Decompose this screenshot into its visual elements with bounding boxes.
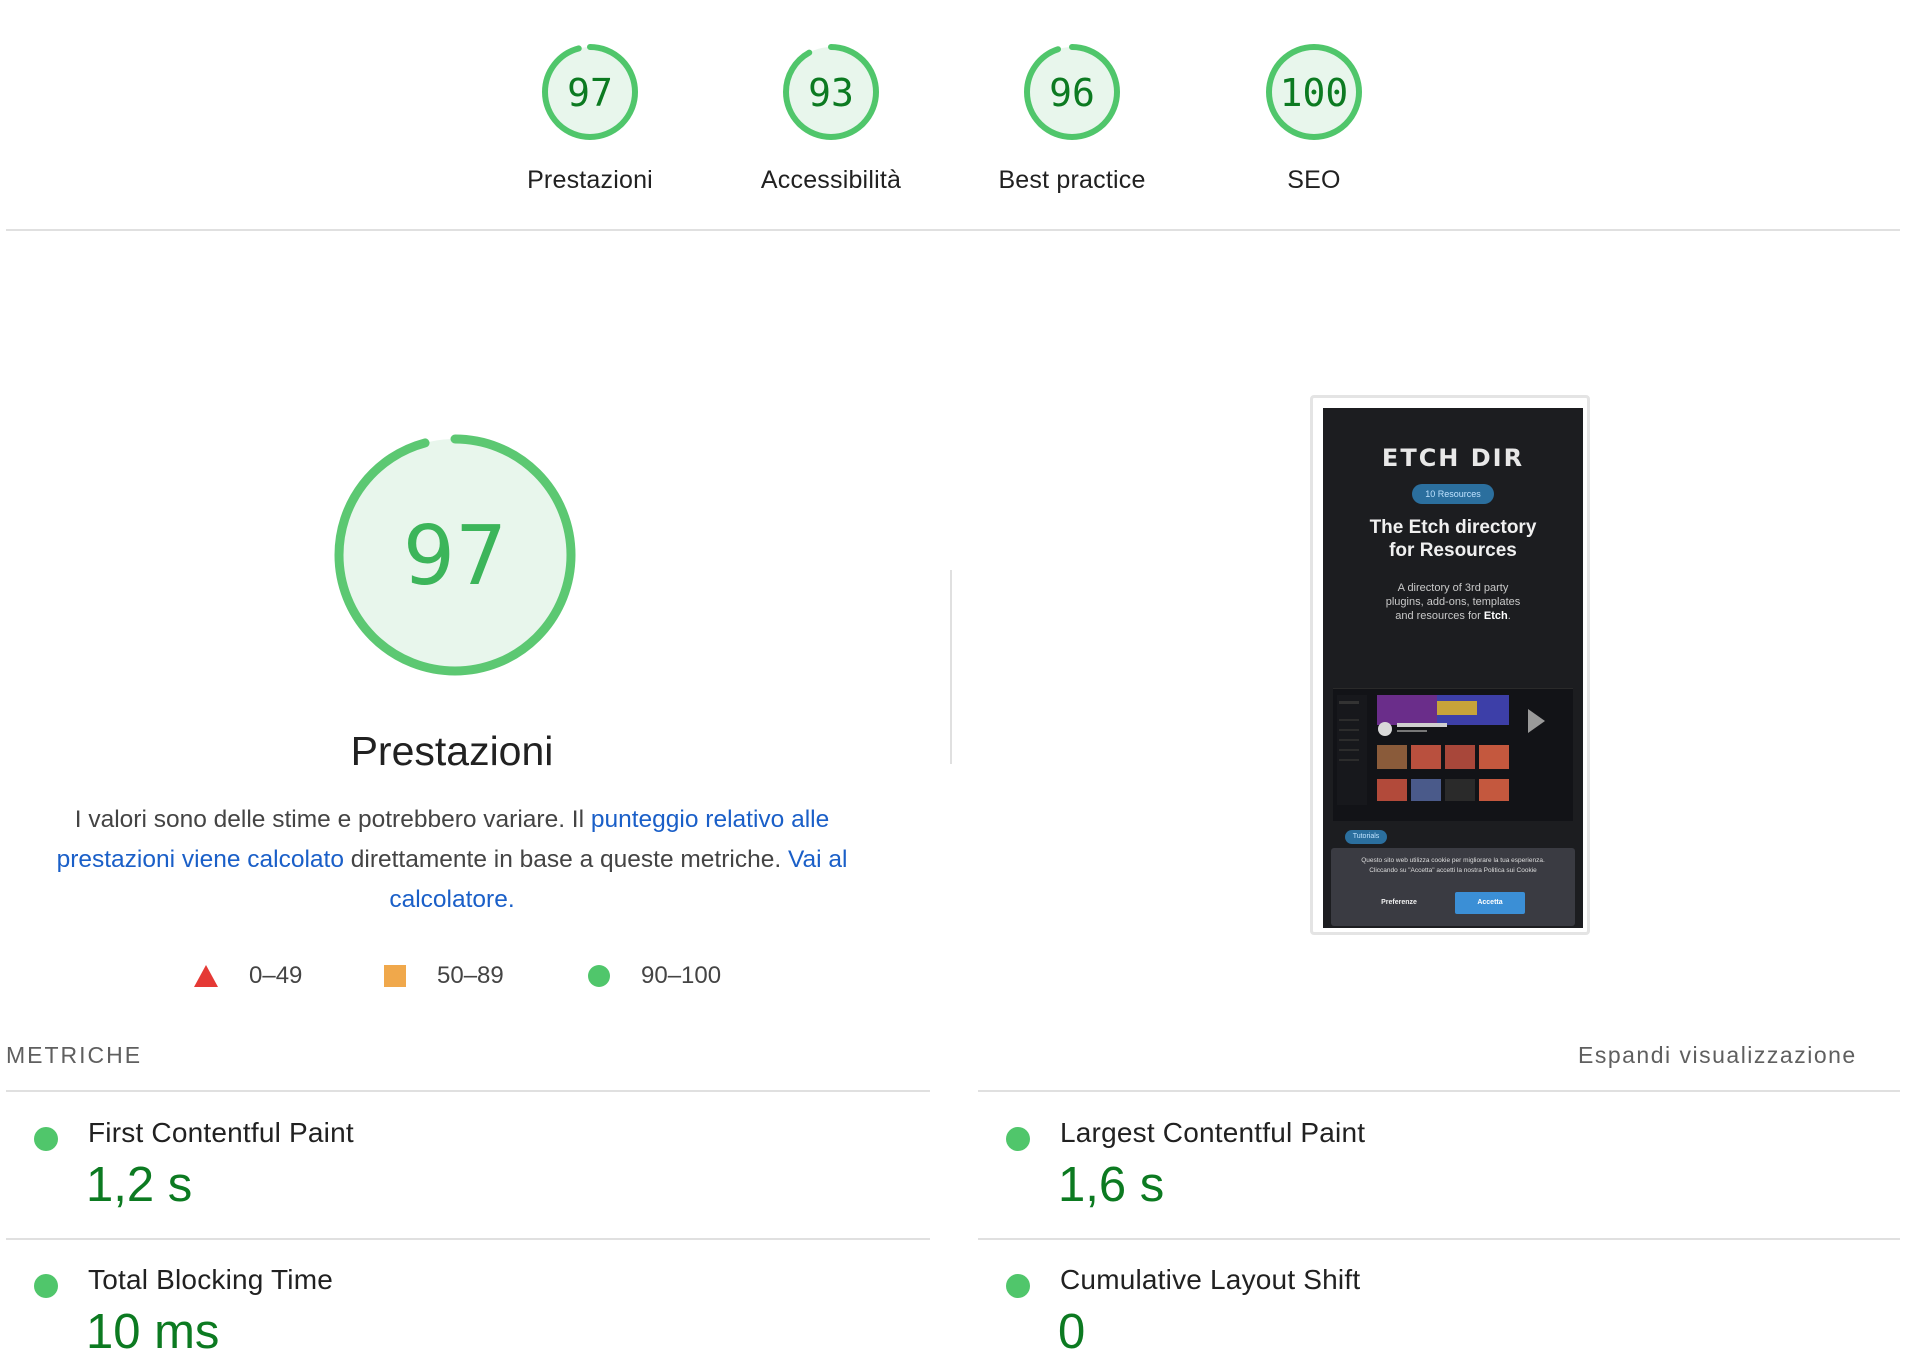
metrics-divider-left bbox=[6, 1090, 930, 1092]
legend-range: 90–100 bbox=[641, 962, 722, 989]
category-label: Prestazioni bbox=[527, 166, 653, 194]
metric-name: Largest Contentful Paint bbox=[1060, 1117, 1366, 1148]
category-gauge-accessibility[interactable]: 93 Accessibilità bbox=[741, 40, 921, 195]
metrics-section-label: METRICHE bbox=[6, 1042, 143, 1068]
cookie-banner: Questo sito web utilizza cookie per migl… bbox=[1331, 848, 1575, 926]
score-ring: 97 bbox=[542, 44, 638, 140]
metric-value: 1,2 s bbox=[86, 1158, 193, 1212]
metrics-row-divider-right bbox=[978, 1238, 1900, 1240]
subtitle-line: and resources for Etch. bbox=[1395, 610, 1511, 622]
metric-value: 10 ms bbox=[86, 1305, 220, 1359]
pass-indicator-icon bbox=[1006, 1274, 1030, 1298]
score-ring: 100 bbox=[1266, 44, 1362, 140]
metric-name: Cumulative Layout Shift bbox=[1060, 1264, 1361, 1295]
top-divider bbox=[6, 229, 1900, 231]
headline-line: for Resources bbox=[1389, 540, 1517, 561]
expand-view-toggle[interactable]: Espandi visualizzazione bbox=[1578, 1042, 1857, 1069]
square-icon bbox=[384, 965, 406, 987]
legend-range: 50–89 bbox=[437, 962, 504, 989]
score-value: 97 bbox=[567, 71, 613, 115]
performance-gauge: 97 bbox=[334, 434, 576, 676]
score-ring: 93 bbox=[783, 44, 879, 140]
video-thumbnail bbox=[1333, 688, 1573, 821]
resource-count-pill: 10 Resources bbox=[1412, 484, 1494, 504]
metric-value: 0 bbox=[1058, 1305, 1086, 1359]
category-gauge-best-practices[interactable]: 96 Best practice bbox=[982, 40, 1162, 195]
triangle-icon bbox=[194, 965, 218, 987]
performance-title: Prestazioni bbox=[350, 728, 554, 774]
score-ring: 96 bbox=[1024, 44, 1120, 140]
legend-range: 0–49 bbox=[249, 962, 303, 989]
score-value: 93 bbox=[808, 71, 854, 115]
category-label: SEO bbox=[1287, 166, 1341, 194]
performance-score: 97 bbox=[403, 509, 507, 604]
pass-indicator-icon bbox=[34, 1127, 58, 1151]
category-gauge-seo[interactable]: 100 SEO bbox=[1224, 40, 1404, 195]
description-text: direttamente in base a queste metriche. bbox=[343, 846, 788, 873]
pass-indicator-icon bbox=[1006, 1127, 1030, 1151]
metric-name: First Contentful Paint bbox=[88, 1117, 354, 1148]
vertical-divider bbox=[950, 570, 952, 764]
category-label: Best practice bbox=[998, 166, 1146, 194]
performance-description: I valori sono delle stime e potrebbero v… bbox=[52, 800, 852, 920]
legend-pass: 90–100 bbox=[587, 962, 721, 990]
score-value: 96 bbox=[1049, 71, 1095, 115]
subtitle-line: A directory of 3rd party bbox=[1397, 582, 1509, 594]
cookie-text: Questo sito web utilizza cookie per migl… bbox=[1361, 857, 1545, 874]
site-subtitle: A directory of 3rd party plugins, add-on… bbox=[1353, 581, 1553, 623]
category-label: Accessibilità bbox=[760, 166, 902, 194]
pass-indicator-icon bbox=[34, 1274, 58, 1298]
cookie-accept-button: Accetta bbox=[1455, 892, 1525, 914]
legend-average: 50–89 bbox=[383, 962, 504, 990]
final-screenshot[interactable]: ETCH DIR 10 Resources The Etch directory… bbox=[1310, 395, 1590, 935]
score-value: 100 bbox=[1280, 71, 1349, 115]
site-headline: The Etch directory for Resources bbox=[1323, 516, 1583, 562]
metric-name: Total Blocking Time bbox=[88, 1264, 334, 1295]
screenshot-preview: ETCH DIR 10 Resources The Etch directory… bbox=[1323, 408, 1583, 928]
metrics-divider-right bbox=[978, 1090, 1900, 1092]
site-logo: ETCH DIR bbox=[1381, 444, 1525, 472]
circle-icon bbox=[588, 965, 610, 987]
category-gauge-performance[interactable]: 97 Prestazioni bbox=[500, 40, 680, 195]
headline-line: The Etch directory bbox=[1369, 517, 1537, 538]
tutorials-tag: Tutorials bbox=[1345, 830, 1387, 844]
subtitle-line: plugins, add-ons, templates bbox=[1385, 596, 1521, 608]
metrics-row-divider-left bbox=[6, 1238, 930, 1240]
description-text: I valori sono delle stime e potrebbero v… bbox=[74, 806, 591, 833]
legend-fail: 0–49 bbox=[193, 962, 302, 990]
cookie-preferences-button: Preferenze bbox=[1381, 899, 1417, 906]
metric-value: 1,6 s bbox=[1058, 1158, 1165, 1212]
